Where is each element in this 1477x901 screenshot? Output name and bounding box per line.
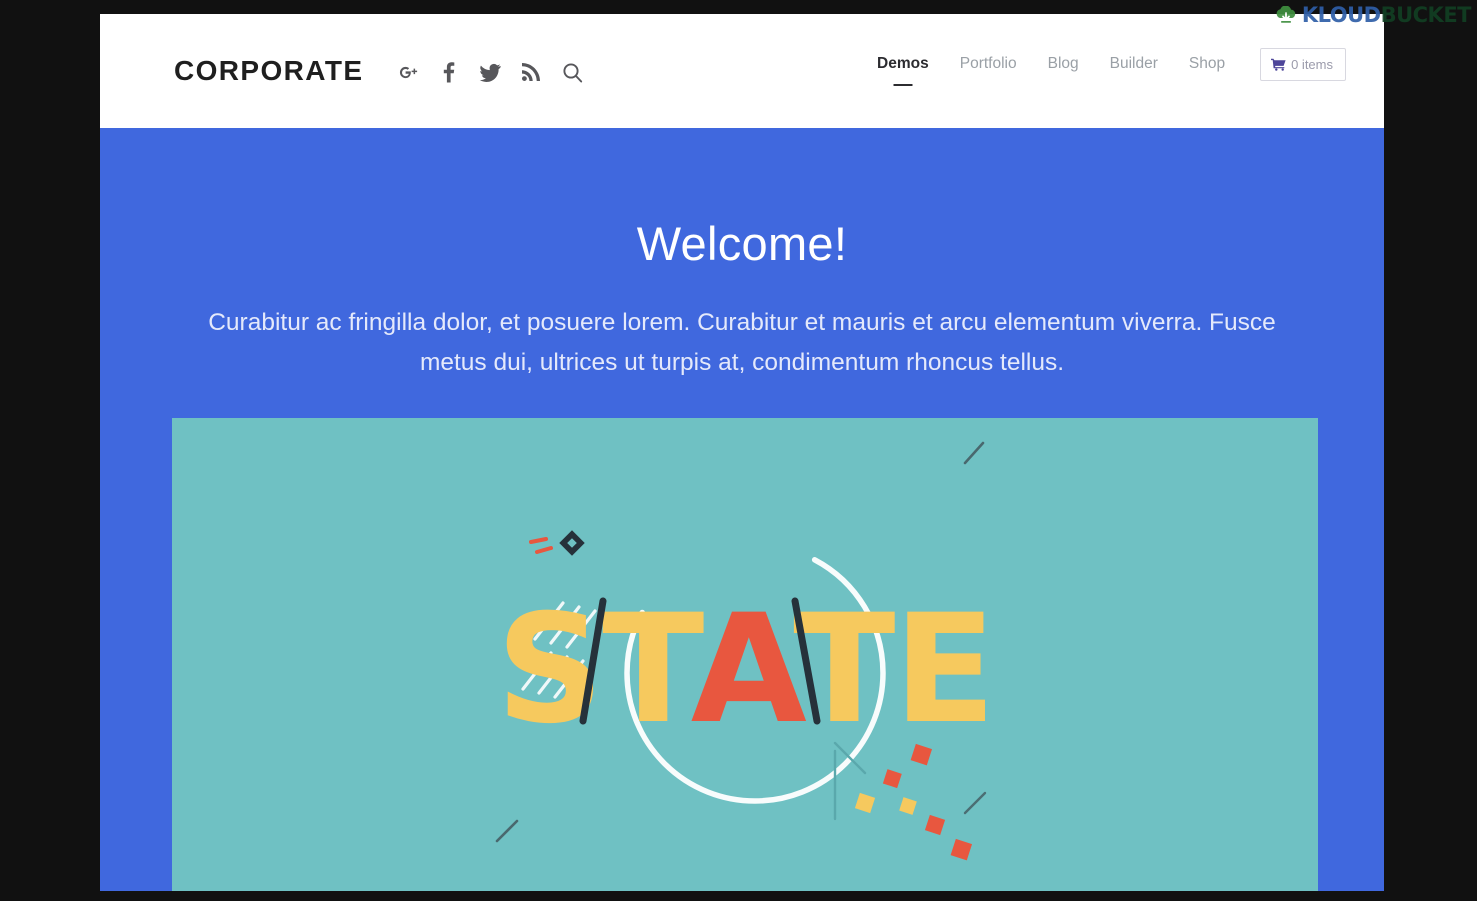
cart-button[interactable]: 0 items xyxy=(1260,47,1346,81)
watermark-text-bucket: BUCKET xyxy=(1380,2,1472,27)
state-artwork: STATE xyxy=(365,421,1125,891)
main-navigation: Demos Portfolio Blog Builder Shop 0 item… xyxy=(877,47,1346,95)
social-icon-list xyxy=(397,61,583,83)
search-icon[interactable] xyxy=(561,61,583,83)
google-plus-icon[interactable] xyxy=(397,61,419,83)
site-header: CORPORATE Demos Portfolio Blog Builder S… xyxy=(100,14,1384,128)
site-logo[interactable]: CORPORATE xyxy=(174,55,363,87)
hero-section: Welcome! Curabitur ac fringilla dolor, e… xyxy=(100,128,1384,891)
cart-label: 0 items xyxy=(1291,56,1333,72)
showcase-panel[interactable]: STATE xyxy=(172,418,1318,891)
rss-icon[interactable] xyxy=(520,61,542,83)
nav-item-demos[interactable]: Demos xyxy=(877,56,929,86)
twitter-icon[interactable] xyxy=(479,61,502,83)
facebook-icon[interactable] xyxy=(438,61,460,83)
hero-subtitle: Curabitur ac fringilla dolor, et posuere… xyxy=(208,309,1276,376)
shopping-cart-icon xyxy=(1271,58,1286,71)
brand-block: CORPORATE xyxy=(174,55,583,87)
hero-title: Welcome! xyxy=(636,217,848,270)
nav-item-portfolio[interactable]: Portfolio xyxy=(960,56,1017,86)
nav-item-blog[interactable]: Blog xyxy=(1048,56,1079,86)
website-page: CORPORATE Demos Portfolio Blog Builder S… xyxy=(100,14,1384,891)
nav-item-shop[interactable]: Shop xyxy=(1189,56,1225,86)
browser-screenshot: KLOUDBUCKET CORPORATE Demos Portfolio Bl… xyxy=(0,0,1477,901)
svg-text:STATE: STATE xyxy=(496,583,994,757)
nav-item-builder[interactable]: Builder xyxy=(1110,56,1158,86)
